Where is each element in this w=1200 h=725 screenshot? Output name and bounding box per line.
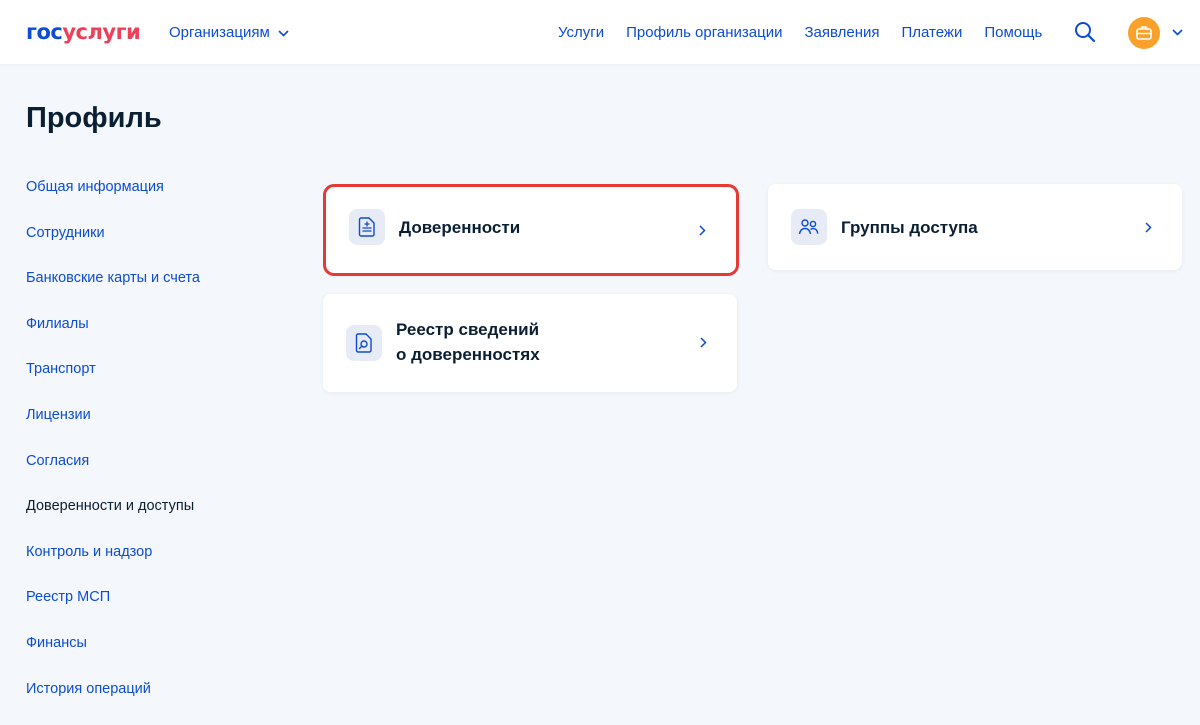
sidebar-item-bank-cards[interactable]: Банковские карты и счета	[26, 269, 286, 315]
sidebar-item-control-supervision[interactable]: Контроль и надзор	[26, 543, 286, 589]
chevron-down-icon	[278, 29, 289, 37]
top-nav: Услуги Профиль организации Заявления Пла…	[558, 24, 1064, 42]
nav-link-applications[interactable]: Заявления	[804, 24, 879, 42]
sidebar-item-consents[interactable]: Согласия	[26, 452, 286, 498]
document-icon	[358, 217, 375, 237]
search-icon[interactable]	[1074, 21, 1096, 43]
card-access-groups[interactable]: Группы доступа	[768, 184, 1182, 270]
card-title: Доверенности	[399, 218, 521, 237]
card-title: Реестр сведений о доверенностях	[396, 317, 540, 367]
profile-sidebar: Общая информация Сотрудники Банковские к…	[26, 178, 286, 725]
nav-link-org-profile[interactable]: Профиль организации	[626, 24, 782, 42]
organizations-menu-label: Организациям	[169, 24, 270, 41]
sidebar-item-employees[interactable]: Сотрудники	[26, 224, 286, 270]
card-icon-box	[791, 209, 827, 245]
card-title-line-1: Реестр сведений	[396, 320, 540, 339]
briefcase-icon	[1136, 26, 1152, 40]
nav-link-payments[interactable]: Платежи	[902, 24, 963, 42]
top-header: госуслуги Организациям Услуги Профиль ор…	[0, 0, 1200, 64]
chevron-right-icon	[1145, 222, 1152, 233]
card-icon-box	[346, 325, 382, 361]
people-icon	[798, 219, 819, 235]
sidebar-item-branches[interactable]: Филиалы	[26, 315, 286, 361]
card-powers-of-attorney[interactable]: Доверенности	[323, 184, 739, 276]
card-title: Группы доступа	[841, 218, 978, 237]
card-icon-box	[349, 209, 385, 245]
gosuslugi-logo[interactable]: госуслуги	[26, 19, 141, 45]
sidebar-item-operations-history[interactable]: История операций	[26, 680, 286, 725]
document-search-icon	[355, 333, 372, 353]
chevron-right-icon	[699, 225, 706, 236]
nav-link-services[interactable]: Услуги	[558, 24, 604, 42]
account-menu-chevron-icon[interactable]	[1172, 29, 1183, 36]
page-title: Профиль	[26, 102, 162, 134]
sidebar-item-finances[interactable]: Финансы	[26, 634, 286, 680]
card-title-line-2: о доверенностях	[396, 345, 540, 364]
card-poa-registry[interactable]: Реестр сведений о доверенностях	[323, 294, 737, 392]
organizations-menu[interactable]: Организациям	[169, 24, 289, 42]
nav-link-help[interactable]: Помощь	[984, 24, 1042, 42]
organization-avatar[interactable]	[1128, 17, 1160, 49]
logo-part-uslugi: услуги	[62, 20, 141, 44]
logo-part-gos: гос	[26, 20, 63, 44]
sidebar-item-msp-registry[interactable]: Реестр МСП	[26, 588, 286, 634]
chevron-right-icon	[700, 337, 707, 348]
sidebar-item-licenses[interactable]: Лицензии	[26, 406, 286, 452]
sidebar-item-general-info[interactable]: Общая информация	[26, 178, 286, 224]
sidebar-item-powers-of-attorney[interactable]: Доверенности и доступы	[26, 497, 286, 543]
sidebar-item-transport[interactable]: Транспорт	[26, 360, 286, 406]
